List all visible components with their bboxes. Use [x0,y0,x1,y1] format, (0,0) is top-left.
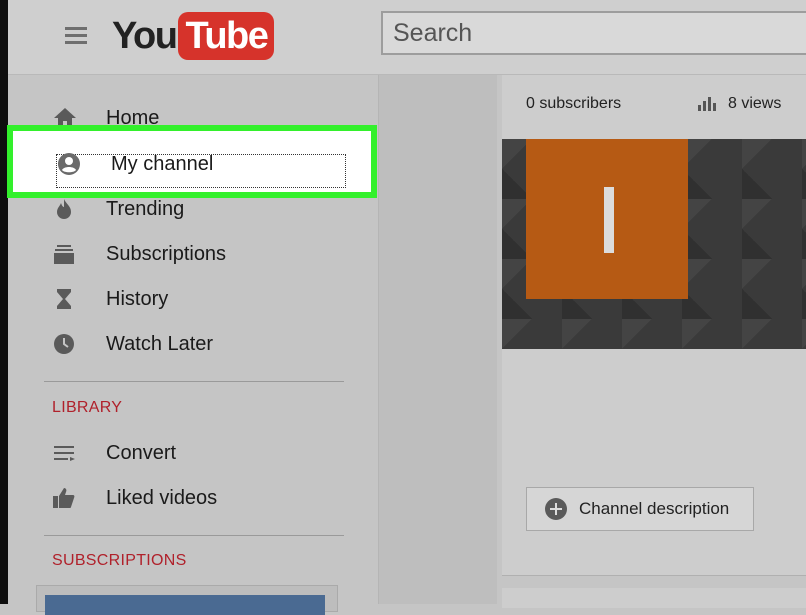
bar-chart-icon [698,97,718,111]
channel-card: 0 subscribers 8 views Channel descriptio… [502,75,806,576]
sidebar-item-label: History [106,287,169,310]
library-heading: LIBRARY [52,399,123,416]
view-count-text: 8 views [728,95,782,112]
subscription-entry[interactable] [36,585,338,615]
hourglass-icon [52,286,86,312]
flame-icon [52,196,86,222]
sidebar-item-label: Watch Later [106,332,214,355]
sidebar-item-subscriptions[interactable]: Subscriptions [52,234,226,274]
sidebar-item-label: Convert [106,441,177,464]
search-input[interactable]: Search [381,11,806,55]
sidebar-item-label: Subscriptions [106,242,227,265]
highlight-frame: My channel [7,125,377,198]
subscriptions-icon [52,241,86,267]
avatar-letter-mark [604,187,614,253]
logo-text-you: You [112,15,178,57]
channel-description-button[interactable]: Channel description [526,487,754,531]
sidebar-divider [44,535,344,536]
sidebar-item-convert[interactable]: Convert [52,433,176,473]
top-bar: You Tube Search [8,0,806,75]
sidebar-item-watch-later[interactable]: Watch Later [52,324,213,364]
sidebar-item-history[interactable]: History [52,279,168,319]
plus-icon [545,498,567,520]
sidebar-item-label: Liked videos [106,486,218,509]
sidebar-item-label: My channel [111,152,214,175]
clock-icon [52,331,86,357]
menu-icon[interactable] [65,27,87,45]
channel-avatar[interactable] [526,139,688,299]
subscription-thumbnail [45,595,325,615]
sidebar-item-my-channel[interactable]: My channel [57,144,213,184]
view-count: 8 views [698,95,781,113]
subscriptions-heading: SUBSCRIPTIONS [52,552,187,569]
playlist-icon [52,440,86,466]
screen-edge [0,0,8,604]
thumbs-up-icon [52,485,86,511]
logo-text-tube: Tube [178,12,275,60]
content-gutter [379,75,497,604]
sidebar-item-liked-videos[interactable]: Liked videos [52,478,217,518]
account-icon [57,151,91,177]
sidebar-divider [44,381,344,382]
channel-description-label: Channel description [579,499,730,518]
youtube-logo[interactable]: You Tube [112,12,275,60]
channel-banner [502,139,806,349]
sidebar-item-label: Trending [106,197,185,220]
subscriber-count: 0 subscribers [526,95,622,112]
next-card [502,588,806,608]
